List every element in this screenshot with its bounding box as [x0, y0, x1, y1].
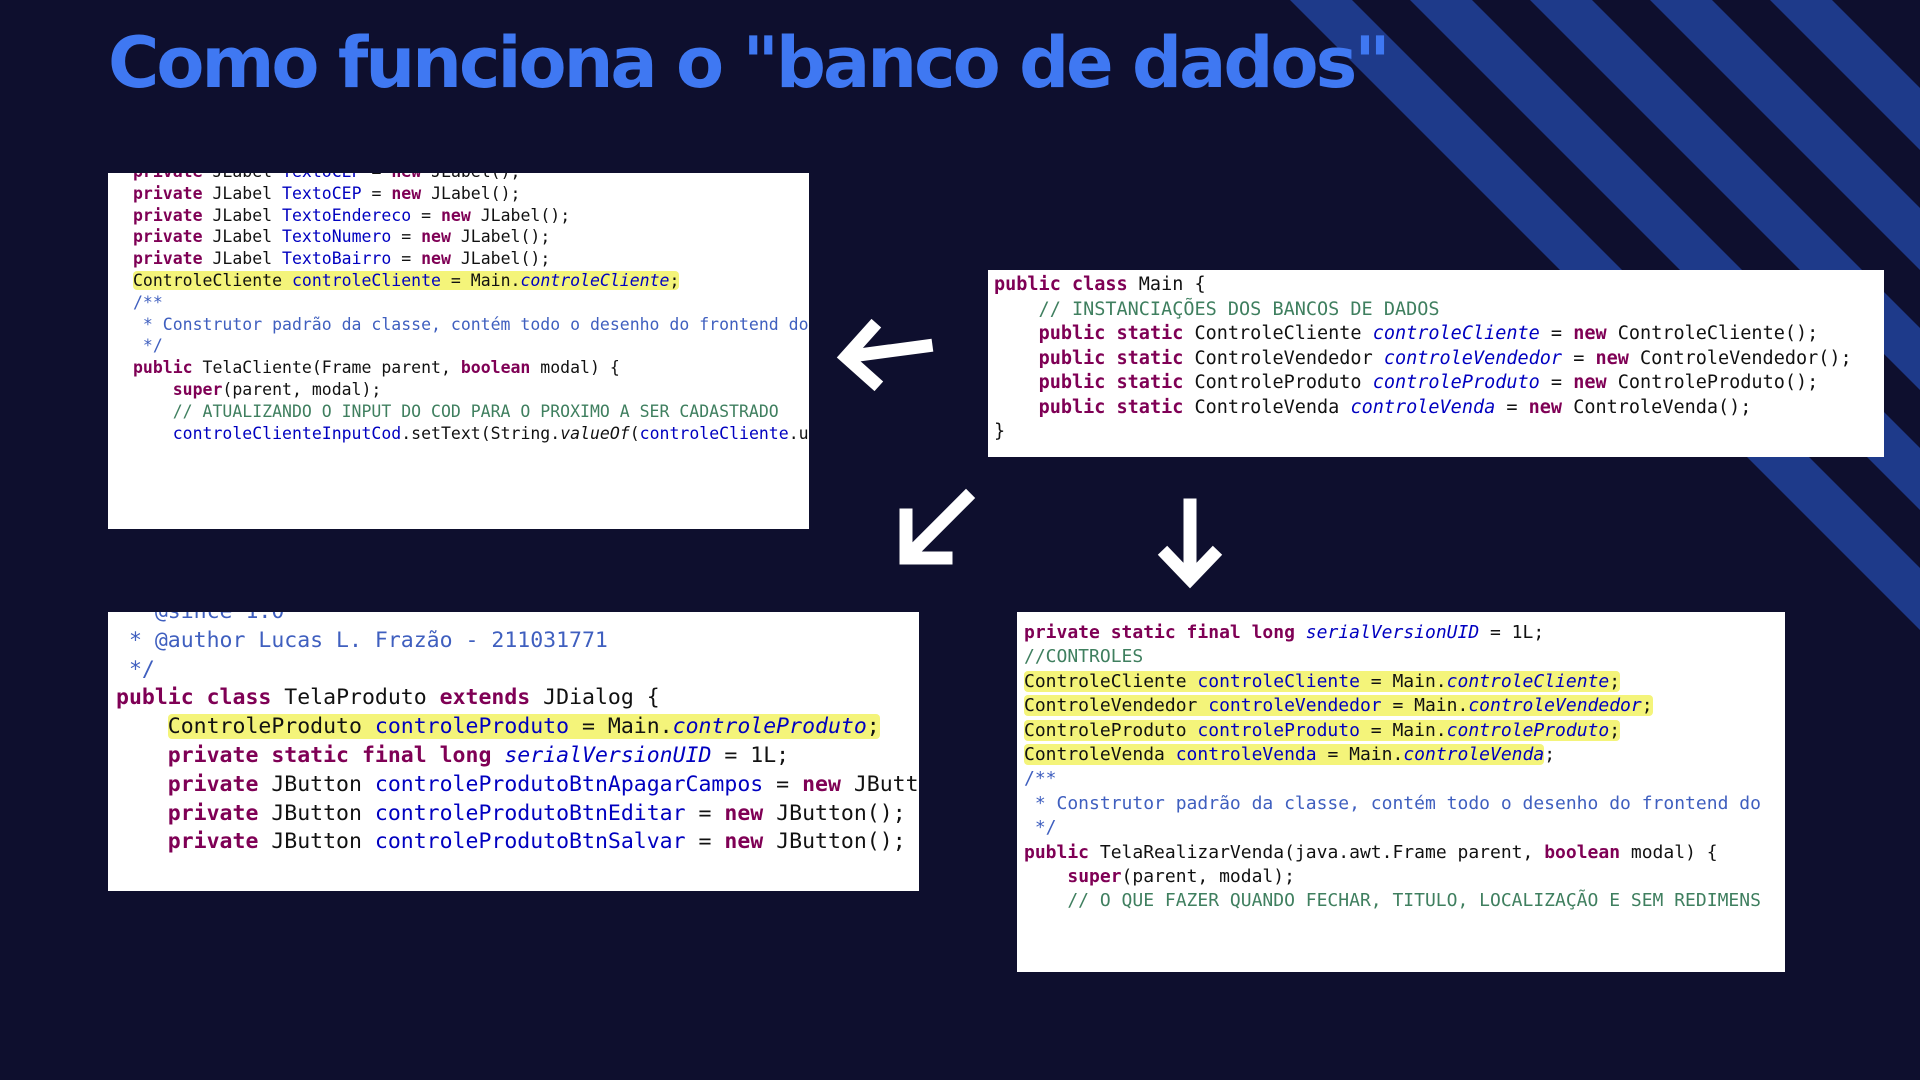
code-line: private JButton controleProdutoBtnApagar… [167, 771, 919, 797]
code-line: * @since 1.0 [116, 612, 919, 627]
code-line-highlighted: ControleVendedor controleVendedor = Main… [1024, 695, 1653, 717]
code-line: private static final long serialVersionU… [167, 742, 790, 768]
code-line: private JLabel TextoBairro = new JLabel(… [133, 249, 551, 269]
code-line: public class TelaProduto extends JDialog… [116, 685, 660, 711]
code-panel-main: public class Main { // INSTANCIAÇÕES DOS… [988, 270, 1884, 457]
code-line: controleClienteInputCod.setText(String.v… [172, 423, 809, 443]
code-line: /** [133, 292, 163, 312]
code-line: super(parent, modal); [172, 379, 382, 399]
code-line-highlighted: ControleVenda controleVenda = Main.contr… [1024, 744, 1556, 766]
code-line: public static ControleCliente controleCl… [1038, 323, 1819, 344]
code-line: */ [116, 656, 155, 682]
code-line: // ATUALIZANDO O INPUT DO COD PARA O PRO… [133, 401, 779, 421]
code-line: public static ControleVendedor controleV… [1038, 347, 1852, 369]
code-line: * @author Lucas L. Frazão - 211031771 [116, 627, 608, 653]
code-line: } [994, 421, 1006, 442]
code-line-highlighted: ControleProduto controleProduto = Main.c… [167, 714, 880, 740]
code-line: public class Main { [994, 274, 1206, 295]
code-line: private JLabel TextoEndereco = new JLabe… [133, 205, 571, 225]
code-line: * Construtor padrão da classe, contém to… [133, 314, 809, 334]
code-line: private JLabel TextoNumero = new JLabel(… [133, 227, 551, 247]
code-line: private JButton controleProdutoBtnEditar… [167, 800, 906, 826]
code-line-highlighted: ControleCliente controleCliente = Main.c… [1024, 670, 1621, 692]
code-line: // INSTANCIAÇÕES DOS BANCOS DE DADOS [994, 298, 1440, 320]
code-line-highlighted: ControleCliente controleCliente = Main.c… [133, 270, 680, 290]
code-line: /** [1024, 768, 1057, 790]
code-line: public static ControleProduto controlePr… [1038, 372, 1819, 393]
code-line: private static final long serialVersionU… [1024, 622, 1545, 643]
code-line: private JButton controleProdutoBtnSalvar… [167, 829, 906, 855]
arrow-left-icon [836, 318, 934, 392]
slide-title: Como funciona o "banco de dados" [108, 22, 1391, 104]
code-panel-tela-cliente: private JLabel TextoCEP = new JLabel(); … [108, 173, 809, 529]
code-panel-tela-realizar-venda: private static final long serialVersionU… [1017, 612, 1785, 972]
code-line: public TelaRealizarVenda(java.awt.Frame … [1024, 841, 1718, 863]
code-line: super(parent, modal); [1067, 866, 1295, 888]
code-line: private JLabel TextoCEP = new JLabel(); [133, 183, 521, 203]
arrow-down-icon [1157, 498, 1223, 589]
code-line: public TelaCliente(Frame parent, boolean… [133, 358, 620, 378]
code-line-highlighted: ControleProduto controleProduto = Main.c… [1024, 719, 1621, 741]
code-line: // O QUE FAZER QUANDO FECHAR, TITULO, LO… [1024, 890, 1761, 912]
code-panel-tela-produto: * @since 1.0 * @author Lucas L. Frazão -… [108, 612, 919, 891]
code-line: */ [133, 336, 163, 356]
code-line: public static ControleVenda controleVend… [1038, 396, 1752, 418]
code-line: * Construtor padrão da classe, contém to… [1024, 792, 1761, 814]
code-line: private JLabel TextoCEP = new JLabel(); [133, 173, 809, 183]
arrow-down-left-icon [899, 488, 976, 565]
code-line: //CONTROLES [1024, 646, 1144, 668]
code-line: */ [1024, 817, 1057, 839]
